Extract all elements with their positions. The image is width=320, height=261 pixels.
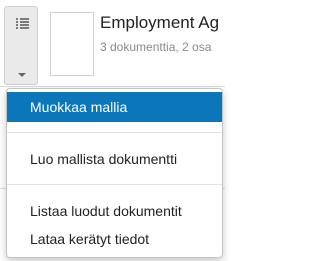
background-divider xyxy=(0,86,225,87)
menu-item-create-document[interactable]: Luo mallista dokumentti xyxy=(7,144,222,174)
caret-down-icon xyxy=(18,73,26,77)
document-thumbnail[interactable] xyxy=(50,12,94,76)
template-subtitle: 3 dokumenttia, 2 osa xyxy=(100,40,212,54)
menu-item-edit-template[interactable]: Muokkaa mallia xyxy=(7,92,222,122)
options-dropdown-menu: Muokkaa mallia Luo mallista dokumentti L… xyxy=(6,88,223,258)
menu-divider xyxy=(7,184,222,185)
menu-item-download-data[interactable]: Lataa kerätyt tiedot xyxy=(7,224,222,254)
template-title[interactable]: Employment Ag xyxy=(100,13,219,33)
list-icon xyxy=(16,18,29,29)
options-menu-toggle-button[interactable] xyxy=(4,6,38,85)
menu-item-list-documents[interactable]: Listaa luodut dokumentit xyxy=(7,196,222,226)
menu-divider xyxy=(7,132,222,133)
